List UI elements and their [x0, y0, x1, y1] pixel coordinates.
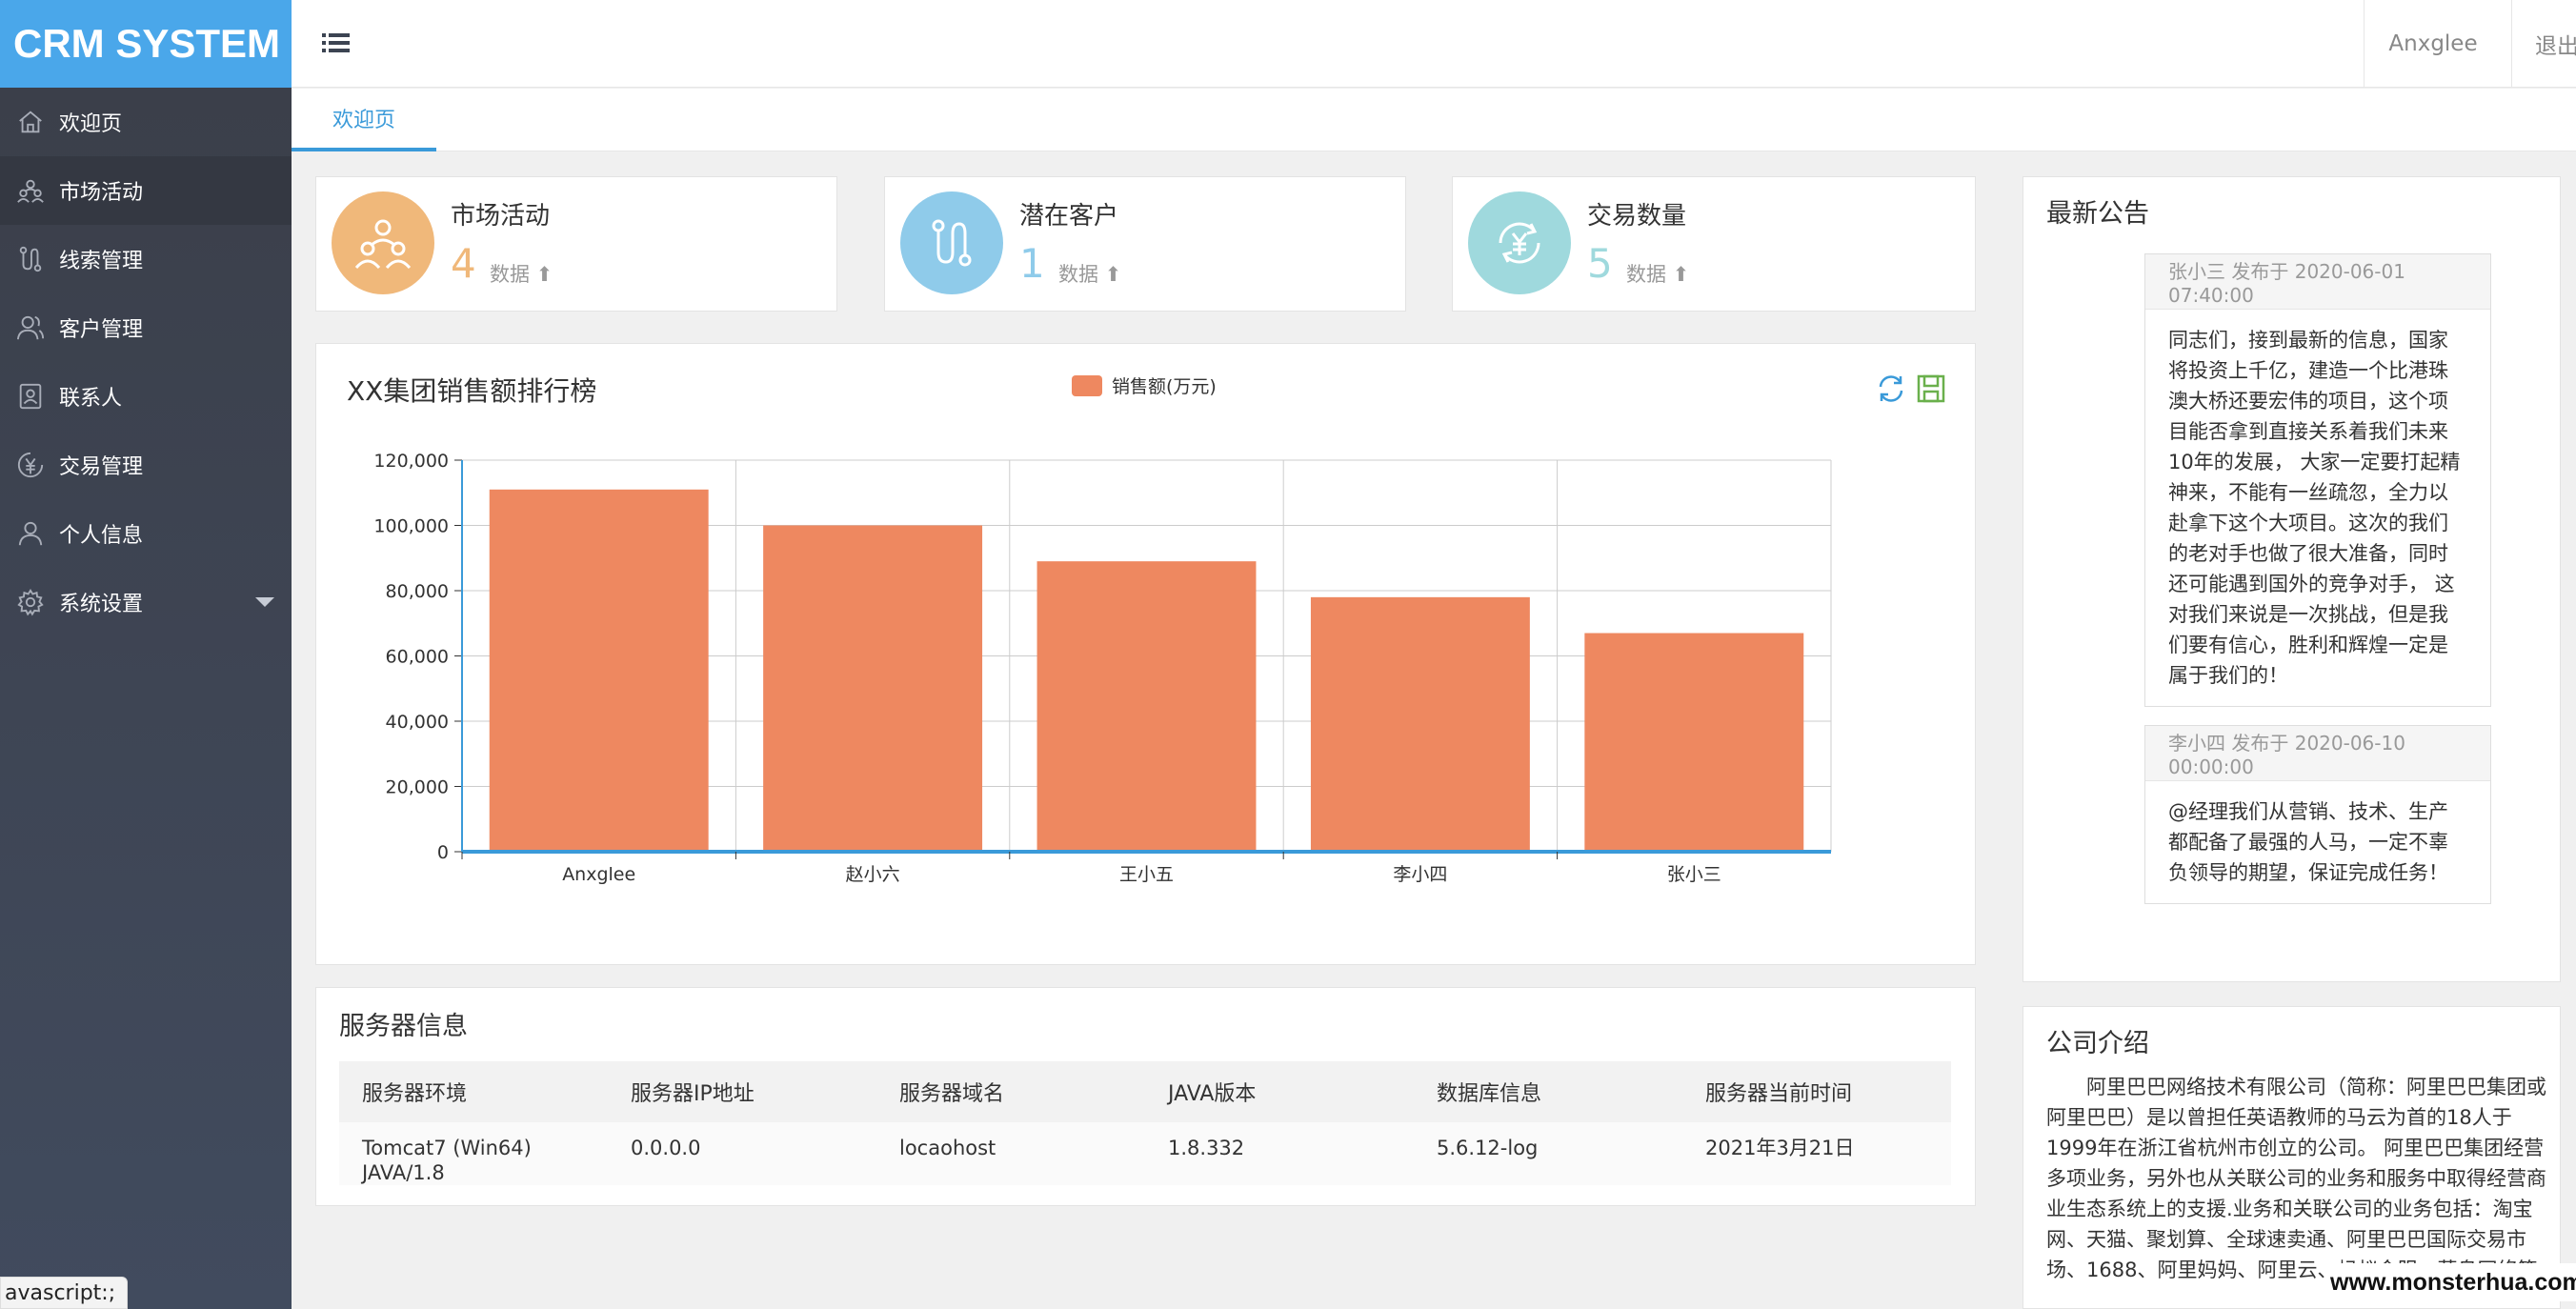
stat-unit: 数据 ⬆: [490, 263, 553, 286]
sidebar-item-label: 个人信息: [59, 524, 144, 548]
server-info-title: 服务器信息: [339, 1012, 468, 1041]
sidebar-item-label: 欢迎页: [59, 112, 123, 136]
sales-chart-card: XX集团销售额排行榜 销售额(万元) 0 20,000 40,000 60,000 80…: [315, 343, 1976, 965]
table-cell: 0.0.0.0: [608, 1122, 876, 1185]
sidebar-item-label: 线索管理: [59, 250, 144, 273]
table-cell: 1.8.332: [1145, 1122, 1414, 1185]
table-cell: 5.6.12-log: [1414, 1122, 1682, 1185]
x-tick-label: 王小五: [1119, 864, 1174, 885]
bar: [1036, 561, 1257, 852]
table-cell: Tomcat7 (Win64) JAVA/1.8: [339, 1122, 608, 1185]
sidebar-item-settings[interactable]: 系统设置: [0, 568, 292, 636]
yen-cycle-icon: [1468, 191, 1571, 294]
sidebar-item-welcome[interactable]: 欢迎页: [0, 88, 292, 156]
status-bar-url: avascript:;: [0, 1277, 129, 1309]
stat-value: 5: [1587, 240, 1613, 287]
sidebar-item-contacts[interactable]: 联系人: [0, 362, 292, 431]
y-tick-label: 100,000: [373, 516, 449, 537]
y-tick-label: 40,000: [386, 712, 449, 733]
y-tick-label: 20,000: [386, 777, 449, 798]
sidebar: 欢迎页 市场活动 线索管理 客户管理 联系人 交易管理 个人信息 系统设置: [0, 88, 292, 1309]
sidebar-item-deals[interactable]: 交易管理: [0, 431, 292, 499]
notice-item: 张小三 发布于 2020-06-01 07:40:00 同志们，接到最新的信息，…: [2144, 253, 2491, 707]
notice-header: 李小四 发布于 2020-06-10 00:00:00: [2145, 726, 2490, 781]
table-row: Tomcat7 (Win64) JAVA/1.8 0.0.0.0 locaoho…: [339, 1122, 1951, 1185]
column-header: 服务器域名: [876, 1061, 1145, 1122]
sidebar-item-label: 市场活动: [59, 181, 144, 205]
column-header: 数据库信息: [1414, 1061, 1682, 1122]
menu-toggle-icon[interactable]: [320, 27, 352, 59]
top-header: Anxglee 退出: [292, 0, 2576, 88]
stat-value: 1: [1019, 240, 1045, 287]
stat-unit: 数据 ⬆: [1058, 263, 1122, 286]
bar: [489, 489, 709, 852]
y-tick-label: 80,000: [386, 581, 449, 602]
column-header: JAVA版本: [1145, 1061, 1414, 1122]
gear-icon: [15, 587, 46, 617]
x-tick-label: 赵小六: [846, 864, 900, 885]
x-tick-label: 张小三: [1667, 864, 1721, 885]
tab-bar: 欢迎页: [292, 89, 2576, 151]
notice-title: 最新公告: [2046, 199, 2149, 229]
sidebar-item-customers[interactable]: 客户管理: [0, 293, 292, 362]
user-group-icon: [15, 312, 46, 343]
user-icon: [15, 518, 46, 549]
watermark: www.monsterhua.com: [2324, 1263, 2576, 1301]
sidebar-item-market-activity[interactable]: 市场活动: [0, 156, 292, 225]
notice-body: 同志们，接到最新的信息，国家将投资上千亿，建造一个比港珠澳大桥还要宏伟的项目，这…: [2168, 329, 2461, 687]
sidebar-item-label: 联系人: [59, 387, 123, 411]
chevron-down-icon: [255, 597, 274, 607]
people-icon: [332, 191, 434, 294]
notice-body: @经理我们从营销、技术、生产都配备了最强的人马，一定不辜负领导的期望，保证完成任…: [2168, 800, 2448, 884]
logout-link[interactable]: 退出: [2511, 0, 2576, 88]
table-header-row: 服务器环境 服务器IP地址 服务器域名 JAVA版本 数据库信息 服务器当前时间: [339, 1061, 1951, 1122]
stat-title: 市场活动: [451, 202, 551, 231]
yen-icon: [15, 450, 46, 480]
bar: [1584, 633, 1804, 852]
company-text: 阿里巴巴网络技术有限公司（简称：阿里巴巴集团或阿里巴巴）是以曾担任英语教师的马云…: [2046, 1076, 2558, 1281]
bar: [1310, 596, 1530, 852]
server-info-table: 服务器环境 服务器IP地址 服务器域名 JAVA版本 数据库信息 服务器当前时间…: [339, 1061, 1951, 1185]
contact-card-icon: [15, 381, 46, 412]
path-icon: [900, 191, 1003, 294]
app-logo: CRM SYSTEM: [0, 0, 292, 88]
path-icon: [15, 244, 46, 274]
people-icon: [15, 175, 46, 206]
bar: [763, 525, 983, 852]
notice-header: 张小三 发布于 2020-06-01 07:40:00: [2145, 254, 2490, 310]
stat-card-market[interactable]: 市场活动 4 数据 ⬆: [315, 176, 837, 312]
y-tick-label: 60,000: [386, 647, 449, 668]
table-cell: 2021年3月21日: [1682, 1122, 1951, 1185]
bar-chart: 0 20,000 40,000 60,000 80,000 100,000 120,000 A…: [373, 451, 1832, 885]
stat-card-leads[interactable]: 潜在客户 1 数据 ⬆: [884, 176, 1406, 312]
stat-title: 交易数量: [1587, 202, 1687, 231]
sidebar-item-label: 系统设置: [59, 593, 144, 616]
stat-title: 潜在客户: [1019, 202, 1119, 231]
server-info-card: 服务器信息 服务器环境 服务器IP地址 服务器域名 JAVA版本 数据库信息 服…: [315, 987, 1976, 1206]
user-menu[interactable]: Anxglee: [2364, 0, 2502, 88]
sidebar-item-label: 客户管理: [59, 318, 144, 342]
notice-card: 最新公告 张小三 发布于 2020-06-01 07:40:00 同志们，接到最…: [2023, 176, 2561, 982]
sidebar-item-leads[interactable]: 线索管理: [0, 225, 292, 293]
stat-card-deals[interactable]: 交易数量 5 数据 ⬆: [1452, 176, 1976, 312]
y-tick-label: 0: [437, 842, 449, 863]
sidebar-item-label: 交易管理: [59, 455, 144, 479]
stat-unit: 数据 ⬆: [1626, 263, 1690, 286]
company-title: 公司介绍: [2046, 1029, 2149, 1058]
y-tick-label: 120,000: [373, 451, 449, 472]
sidebar-item-profile[interactable]: 个人信息: [0, 499, 292, 568]
stat-value: 4: [451, 240, 476, 287]
table-cell: locaohost: [876, 1122, 1145, 1185]
column-header: 服务器IP地址: [608, 1061, 876, 1122]
home-icon: [15, 107, 46, 137]
column-header: 服务器环境: [339, 1061, 608, 1122]
column-header: 服务器当前时间: [1682, 1061, 1951, 1122]
x-tick-label: Anxglee: [562, 864, 635, 885]
tab-welcome[interactable]: 欢迎页: [292, 89, 436, 151]
notice-item: 李小四 发布于 2020-06-10 00:00:00 @经理我们从营销、技术、…: [2144, 725, 2491, 904]
x-tick-label: 李小四: [1393, 864, 1447, 885]
